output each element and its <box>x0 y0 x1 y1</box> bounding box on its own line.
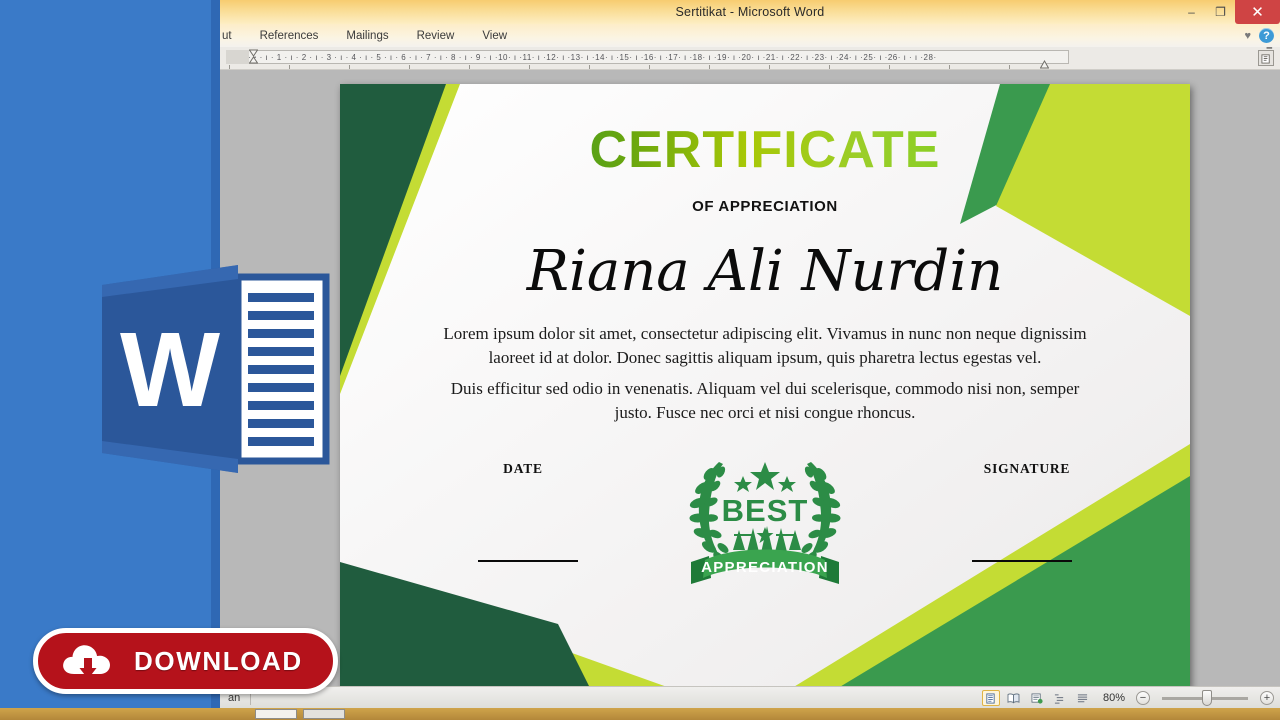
zoom-out-button[interactable]: − <box>1136 691 1150 705</box>
document-canvas[interactable]: CERTIFICATE OF APPRECIATION Riana Ali Nu… <box>220 70 1280 698</box>
status-bar: an 80% − + <box>220 686 1280 708</box>
status-bar-right: 80% − + <box>981 687 1274 709</box>
window-title: Sertitikat - Microsoft Word <box>675 5 825 19</box>
svg-text:BEST: BEST <box>722 493 809 528</box>
horizontal-ruler[interactable]: 1 · ı · ꞏ · ı · 1 · ı · 2 · ı · 3 · ı · … <box>226 50 1069 64</box>
svg-text:W: W <box>120 311 220 429</box>
collapse-ribbon-icon[interactable]: ♥ <box>1244 30 1251 42</box>
taskbar-item-2[interactable] <box>303 709 345 719</box>
date-signature-line <box>478 560 578 562</box>
recipient-name: Riana Ali Nurdin <box>526 239 1004 304</box>
tab-view[interactable]: View <box>468 30 521 42</box>
view-btn-full-screen-reading[interactable] <box>1005 690 1023 706</box>
restore-button[interactable]: ❐ <box>1206 0 1235 24</box>
certificate-paragraph-2: Duis efficitur sed odio in venenatis. Al… <box>450 379 1080 423</box>
tab-layout-clipped[interactable]: ut <box>220 30 246 42</box>
word-window: Sertitikat - Microsoft Word – ❐ ✕ ut Ref… <box>220 0 1280 720</box>
view-btn-web-layout[interactable] <box>1028 690 1046 706</box>
signature-line <box>972 560 1072 562</box>
microsoft-word-icon: W <box>98 263 330 475</box>
minimize-button[interactable]: – <box>1177 0 1206 24</box>
certificate-subtitle: OF APPRECIATION <box>692 198 838 215</box>
certificate-paragraph-1: Lorem ipsum dolor sit amet, consectetur … <box>443 324 1087 368</box>
view-btn-outline[interactable] <box>1051 690 1069 706</box>
certificate-title: CERTIFICATE <box>340 120 1190 180</box>
certificate-page[interactable]: CERTIFICATE OF APPRECIATION Riana Ali Nu… <box>340 84 1190 688</box>
ruler-strip: 1 · ı · ꞏ · ı · 1 · ı · 2 · ı · 3 · ı · … <box>220 43 1280 70</box>
zoom-slider[interactable] <box>1162 689 1248 706</box>
tab-review[interactable]: Review <box>403 30 469 42</box>
help-icon[interactable]: ? <box>1259 28 1274 43</box>
download-button[interactable]: DOWNLOAD <box>33 628 338 694</box>
ruler-tab-stops <box>226 65 1069 69</box>
date-label: DATE <box>503 461 543 476</box>
view-btn-print-layout[interactable] <box>981 690 1000 706</box>
view-btn-draft[interactable] <box>1074 690 1092 706</box>
cloud-download-icon <box>60 640 116 682</box>
award-seal-icon: BEST APPRECIATION <box>675 438 855 588</box>
scroll-collapse-icon[interactable]: ━ <box>1267 43 1272 54</box>
right-indent-marker-icon[interactable] <box>1039 56 1050 69</box>
zoom-slider-handle[interactable] <box>1202 689 1212 706</box>
download-button-label: DOWNLOAD <box>134 645 303 676</box>
svg-text:APPRECIATION: APPRECIATION <box>701 559 829 576</box>
left-indent-marker-icon[interactable] <box>248 49 259 65</box>
close-button[interactable]: ✕ <box>1235 0 1280 24</box>
tab-references[interactable]: References <box>246 30 333 42</box>
title-bar: Sertitikat - Microsoft Word – ❐ ✕ <box>220 0 1280 24</box>
tab-mailings[interactable]: Mailings <box>332 30 402 42</box>
taskbar-item-1[interactable] <box>255 709 297 719</box>
ribbon-tab-strip: ut References Mailings Review View ♥ ? <box>220 24 1280 47</box>
taskbar <box>0 708 1280 720</box>
certificate-content: CERTIFICATE OF APPRECIATION Riana Ali Nu… <box>340 84 1190 688</box>
zoom-in-button[interactable]: + <box>1260 691 1274 705</box>
ruler-margin-left <box>226 50 249 64</box>
window-controls: – ❐ ✕ <box>1177 0 1280 24</box>
zoom-level[interactable]: 80% <box>1103 692 1125 704</box>
signature-label: SIGNATURE <box>983 461 1071 476</box>
